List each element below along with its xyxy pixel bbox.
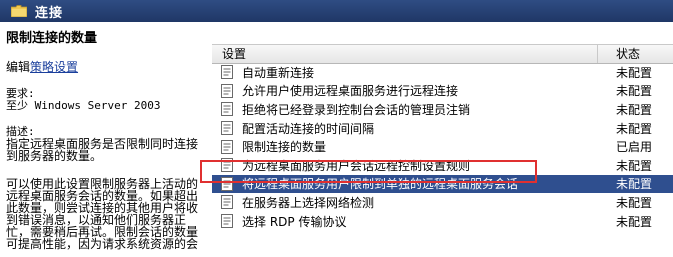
folder-icon — [11, 5, 27, 17]
setting-name: 将远程桌面服务用户限制到单独的远程桌面服务会话 — [242, 177, 519, 192]
description-line: 可提高性能，因为请求系统资源的会 — [6, 237, 199, 251]
setting-name: 自动重新连接 — [242, 65, 315, 80]
settings-list: 自动重新连接 未配置 允许用户使用远程桌面服务进行远程连接 未配置 拒绝将已经登… — [212, 63, 673, 230]
setting-name: 在服务器上选择网络检测 — [242, 195, 375, 210]
setting-state: 未配置 — [616, 177, 653, 192]
table-row[interactable]: 在服务器上选择网络检测 未配置 — [212, 193, 673, 212]
table-row[interactable]: 自动重新连接 未配置 — [212, 63, 673, 82]
setting-name: 允许用户使用远程桌面服务进行远程连接 — [242, 84, 459, 99]
setting-state: 未配置 — [616, 84, 653, 99]
setting-name: 限制连接的数量 — [242, 140, 327, 155]
table-row[interactable]: 为远程桌面服务用户会话远程控制设置规则 未配置 — [212, 156, 673, 175]
setting-name: 为远程桌面服务用户会话远程控制设置规则 — [242, 158, 471, 173]
setting-state: 已启用 — [616, 140, 653, 155]
setting-name: 选择 RDP 传输协议 — [242, 214, 347, 229]
title-bar: 连接 — [0, 0, 673, 22]
settings-pane: 设置 状态 自动重新连接 未配置 允许用户使用远程桌面服务进行远程连接 未配置 … — [208, 22, 673, 257]
description-pane: 限制连接的数量 编辑策略设置 要求: 至少 Windows Server 200… — [0, 22, 210, 257]
policy-setting-icon — [220, 176, 234, 191]
policy-settings-link[interactable]: 策略设置 — [30, 60, 78, 74]
setting-name: 配置活动连接的时间间隔 — [242, 121, 375, 136]
policy-setting-icon — [220, 214, 234, 229]
policy-setting-icon — [220, 83, 234, 98]
setting-state: 未配置 — [616, 158, 653, 173]
table-row[interactable]: 允许用户使用远程桌面服务进行远程连接 未配置 — [212, 82, 673, 101]
edit-prefix: 编辑 — [6, 60, 31, 74]
setting-state: 未配置 — [616, 214, 653, 229]
policy-setting-icon — [220, 195, 234, 210]
policy-setting-icon — [220, 139, 234, 154]
column-state[interactable]: 状态 — [598, 45, 673, 63]
setting-state: 未配置 — [616, 65, 653, 80]
table-row[interactable]: 限制连接的数量 已启用 — [212, 137, 673, 156]
policy-setting-icon — [220, 65, 234, 80]
edit-line: 编辑策略设置 — [6, 58, 210, 75]
table-row-selected[interactable]: 将远程桌面服务用户限制到单独的远程桌面服务会话 未配置 — [212, 174, 673, 194]
column-setting[interactable]: 设置 — [212, 45, 598, 63]
policy-setting-icon — [220, 158, 234, 173]
policy-setting-icon — [220, 102, 234, 117]
policy-setting-icon — [220, 121, 234, 136]
requirements: 要求: 至少 Windows Server 2003 — [6, 88, 210, 112]
description: 描述: 指定远程桌面服务是否限制同时连接 到服务器的数量。 可以使用此设置限制服… — [6, 126, 210, 251]
table-row[interactable]: 配置活动连接的时间间隔 未配置 — [212, 119, 673, 138]
setting-heading: 限制连接的数量 — [6, 31, 98, 46]
table-row[interactable]: 拒绝将已经登录到控制台会话的管理员注销 未配置 — [212, 100, 673, 119]
table-row[interactable]: 选择 RDP 传输协议 未配置 — [212, 212, 673, 231]
setting-state: 未配置 — [616, 195, 653, 210]
requirements-value: 至少 Windows Server 2003 — [6, 99, 161, 112]
setting-name: 拒绝将已经登录到控制台会话的管理员注销 — [242, 102, 471, 117]
setting-state: 未配置 — [616, 102, 653, 117]
setting-state: 未配置 — [616, 121, 653, 136]
column-header: 设置 状态 — [212, 44, 673, 64]
page-title: 连接 — [35, 5, 64, 21]
description-line: 到服务器的数量。 — [6, 149, 103, 163]
